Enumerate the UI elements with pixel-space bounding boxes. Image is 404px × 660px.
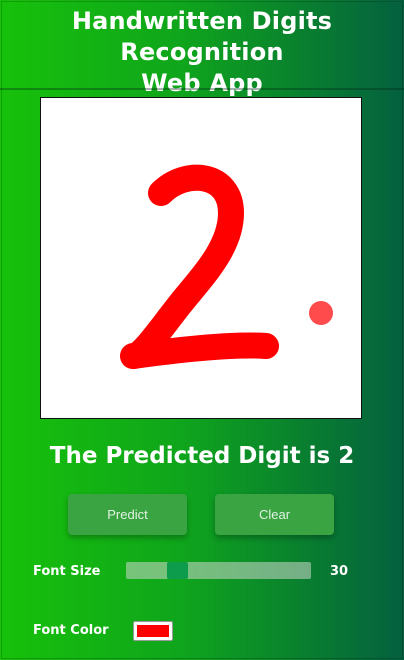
clear-button[interactable]: Clear	[215, 494, 334, 535]
prediction-result: The Predicted Digit is 2	[49, 443, 355, 469]
brush-cursor-dot	[309, 301, 333, 325]
font-size-value: 30	[330, 564, 349, 579]
font-size-slider-thumb[interactable]	[167, 562, 188, 579]
drawing-surface[interactable]	[41, 98, 361, 418]
header-divider	[0, 88, 404, 90]
drawing-canvas[interactable]	[40, 97, 362, 419]
font-color-label: Font Color	[33, 623, 109, 638]
title-line-1: Handwritten Digits Recognition	[71, 7, 333, 66]
predict-button[interactable]: Predict	[68, 494, 187, 535]
title-line-2: Web App	[141, 69, 263, 97]
font-color-swatch	[137, 625, 169, 637]
handwritten-digit-stroke	[120, 164, 279, 369]
font-size-label: Font Size	[33, 564, 101, 579]
page-title: Handwritten Digits Recognition Web App	[0, 6, 404, 99]
font-size-slider[interactable]	[126, 562, 311, 579]
font-color-picker[interactable]	[133, 621, 173, 641]
